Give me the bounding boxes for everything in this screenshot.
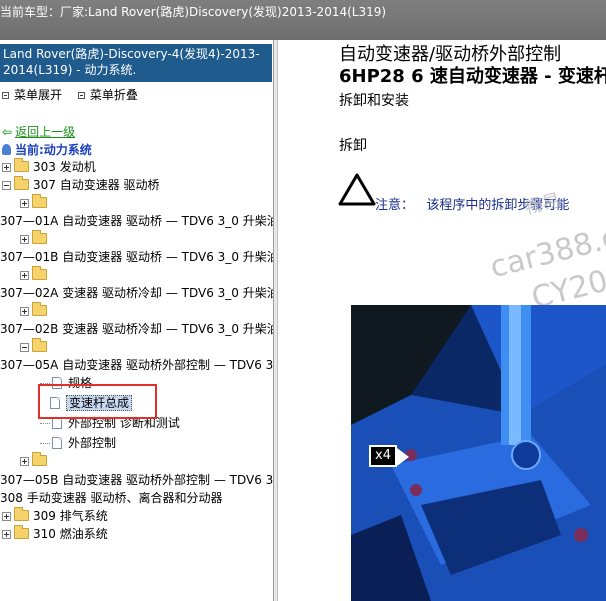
tree-item-folder[interactable] <box>20 266 51 284</box>
expand-toggle-icon[interactable] <box>20 271 29 280</box>
tree-item-folder[interactable] <box>20 452 51 470</box>
expand-icon <box>2 91 9 99</box>
tree-item-307-05b[interactable]: 307—05B 自动变速器 驱动桥外部控制 — TDV6 3_0 <box>0 471 273 489</box>
document-view: 自动变速器/驱动桥外部控制 6HP28 6 速自动变速器 - 变速杆 拆卸和安装… <box>279 40 606 601</box>
folder-icon <box>32 194 47 208</box>
expand-menu-button[interactable]: 菜单展开 <box>0 86 62 103</box>
tree-item-310[interactable]: 310 燃油系统 <box>2 525 108 543</box>
document-icon <box>52 437 62 449</box>
tree-item-307-02b[interactable]: 307—02B 变速器 驱动桥冷却 — TDV6 3_0 升柴油 <box>0 320 273 338</box>
back-arrow-icon: ⇦ <box>2 125 13 139</box>
tree-item-folder[interactable] <box>20 302 51 320</box>
current-location: 当前:动力系统 <box>2 141 92 158</box>
vehicle-title: 当前车型：厂家:Land Rover(路虎)Discovery(发现)2013-… <box>0 5 387 19</box>
tree-item-folder[interactable] <box>20 230 51 248</box>
collapse-icon <box>77 91 85 99</box>
watermark: 畅易 <box>522 189 563 219</box>
procedure-photo: x4 <box>351 305 606 601</box>
tree-item-307[interactable]: 307 自动变速器 驱动桥 <box>2 176 160 194</box>
folder-open-icon <box>32 338 47 352</box>
folder-icon <box>14 525 29 539</box>
expand-toggle-icon[interactable] <box>2 512 11 521</box>
tree-item-external-control[interactable]: 外部控制 <box>40 434 116 452</box>
folder-icon <box>14 158 29 172</box>
window-title-bar: 当前车型：厂家:Land Rover(路虎)Discovery(发现)2013-… <box>0 0 606 40</box>
navigation-panel: Land Rover(路虎)-Discovery-4(发现4)-2013-201… <box>0 40 274 601</box>
collapse-toggle-icon[interactable] <box>2 181 11 190</box>
collapse-menu-button[interactable]: 菜单折叠 <box>76 86 138 103</box>
back-link[interactable]: ⇦ 返回上一级 <box>2 123 75 140</box>
tree-item-307-05a[interactable]: 307—05A 自动变速器 驱动桥外部控制 — TDV6 3_0 <box>0 356 273 374</box>
tree-item-307-02a[interactable]: 307—02A 变速器 驱动桥冷却 — TDV6 3_0 升柴油 <box>0 284 273 302</box>
tree-item-folder[interactable] <box>20 338 51 356</box>
section-heading: 拆卸 <box>339 138 367 154</box>
tree-item-309[interactable]: 309 排气系统 <box>2 507 108 525</box>
expand-toggle-icon[interactable] <box>2 530 11 539</box>
folder-icon <box>32 230 47 244</box>
expand-toggle-icon[interactable] <box>20 457 29 466</box>
folder-icon <box>32 266 47 280</box>
tree-item-308[interactable]: 308 手动变速器 驱动桥、离合器和分动器 <box>0 489 223 507</box>
highlight-box <box>38 384 157 419</box>
expand-toggle-icon[interactable] <box>2 163 11 172</box>
expand-toggle-icon[interactable] <box>20 307 29 316</box>
menu-controls: 菜单展开 菜单折叠 <box>0 86 148 104</box>
panel-splitter[interactable] <box>274 40 278 601</box>
tree-item-307-01b[interactable]: 307—01B 自动变速器 驱动桥 — TDV6 3_0 升柴油 <box>0 248 273 266</box>
location-icon <box>2 144 11 155</box>
system-title-bar: Land Rover(路虎)-Discovery-4(发现4)-2013-201… <box>0 44 272 82</box>
folder-open-icon <box>14 176 29 190</box>
expand-toggle-icon[interactable] <box>20 235 29 244</box>
tree-item-303[interactable]: 303 发动机 <box>2 158 96 176</box>
folder-icon <box>14 507 29 521</box>
folder-icon <box>32 302 47 316</box>
tree-item-307-01a[interactable]: 307—01A 自动变速器 驱动桥 — TDV6 3_0 升柴油 <box>0 212 273 230</box>
warning-triangle-icon <box>338 173 376 206</box>
folder-icon <box>32 452 47 466</box>
collapse-toggle-icon[interactable] <box>20 343 29 352</box>
quantity-callout: x4 <box>369 445 409 467</box>
procedure-type: 拆卸和安装 <box>339 93 409 109</box>
system-title: Land Rover(路虎)-Discovery-4(发现4)-2013-201… <box>3 47 260 77</box>
page-subtitle: 6HP28 6 速自动变速器 - 变速杆 <box>339 66 606 87</box>
tree-item-folder[interactable] <box>20 194 51 212</box>
expand-toggle-icon[interactable] <box>20 199 29 208</box>
